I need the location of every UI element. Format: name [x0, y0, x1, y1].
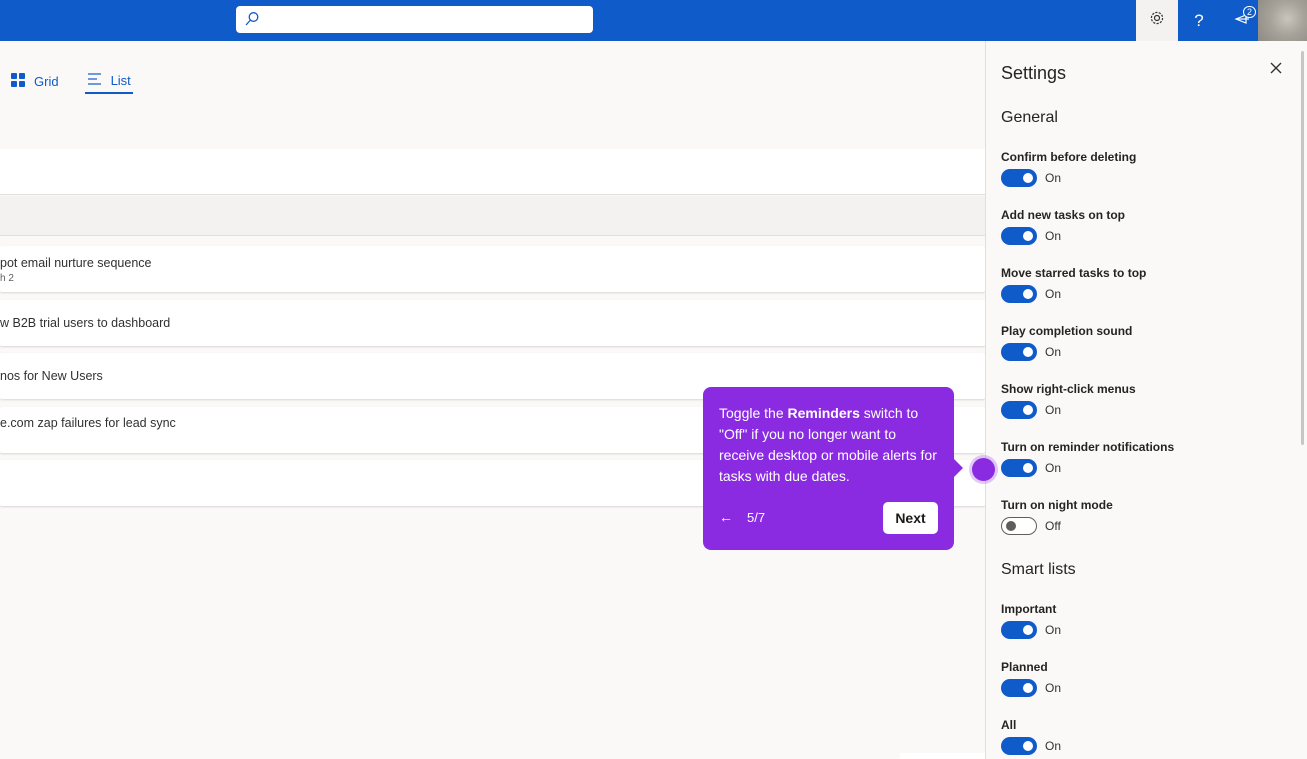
toggle-state: On	[1045, 171, 1062, 185]
setting-right-click: Show right-click menus On	[1001, 382, 1136, 419]
tooltip-arrow	[954, 459, 963, 477]
task-list-header	[0, 196, 985, 236]
tooltip-text: Toggle the Reminders switch to "Off" if …	[719, 403, 944, 487]
setting-confirm-delete: Confirm before deleting On	[1001, 150, 1136, 187]
completion-sound-toggle[interactable]	[1001, 343, 1037, 361]
settings-title: Settings	[1001, 63, 1067, 83]
reminders-toggle[interactable]	[1001, 459, 1037, 477]
add-on-top-toggle[interactable]	[1001, 227, 1037, 245]
move-starred-toggle[interactable]	[1001, 285, 1037, 303]
confirm-delete-toggle[interactable]	[1001, 169, 1037, 187]
setting-label: Move starred tasks to top	[1001, 266, 1147, 280]
view-switch: Grid List	[10, 68, 133, 94]
grid-icon	[10, 72, 26, 91]
toggle-state: On	[1045, 345, 1062, 359]
next-button[interactable]: Next	[883, 502, 938, 534]
setting-completion-sound: Play completion sound On	[1001, 324, 1132, 361]
setting-label: Turn on reminder notifications	[1001, 440, 1175, 454]
night-mode-toggle[interactable]	[1001, 517, 1037, 535]
setting-move-starred: Move starred tasks to top On	[1001, 266, 1146, 303]
smart-lists-heading: Smart lists	[1001, 561, 1076, 578]
task-title: e.com zap failures for lead sync	[0, 416, 176, 430]
toggle-state: On	[1045, 739, 1062, 753]
setting-label: All	[1001, 718, 1017, 732]
gear-icon	[1149, 10, 1165, 31]
toggle-state: On	[1045, 403, 1062, 417]
help-button[interactable]: ?	[1178, 0, 1220, 41]
general-heading: General	[1001, 109, 1058, 126]
grid-view-label: Grid	[34, 73, 59, 89]
grid-view-tab[interactable]: Grid	[10, 68, 59, 94]
toggle-state: On	[1045, 461, 1062, 475]
guide-tooltip: Toggle the Reminders switch to "Off" if …	[703, 387, 963, 550]
setting-label: Planned	[1001, 660, 1048, 674]
setting-important: Important On	[1001, 602, 1061, 639]
settings-button[interactable]	[1136, 0, 1178, 41]
toggle-state: On	[1045, 623, 1062, 637]
settings-panel: Settings General Confirm before deleting…	[985, 41, 1307, 759]
list-icon	[87, 71, 103, 90]
task-item[interactable]: w B2B trial users to dashboard	[0, 300, 985, 346]
setting-label: Add new tasks on top	[1001, 208, 1126, 222]
setting-label: Turn on night mode	[1001, 498, 1113, 512]
help-icon: ?	[1194, 10, 1204, 30]
notification-badge: 2	[1242, 6, 1256, 18]
setting-label: Show right-click menus	[1001, 382, 1136, 396]
step-counter: 5/7	[747, 510, 766, 525]
add-task-bar[interactable]	[0, 149, 985, 195]
setting-night-mode: Turn on night mode Off	[1001, 498, 1113, 535]
right-click-toggle[interactable]	[1001, 401, 1037, 419]
toggle-state: Off	[1045, 519, 1061, 533]
search-box[interactable]	[236, 6, 593, 33]
setting-all: All On	[1001, 718, 1061, 755]
setting-planned: Planned On	[1001, 660, 1061, 697]
setting-label: Confirm before deleting	[1001, 150, 1137, 164]
search-icon	[244, 11, 260, 32]
back-arrow-icon[interactable]: ←	[719, 509, 733, 525]
setting-add-on-top: Add new tasks on top On	[1001, 208, 1125, 245]
close-icon	[1269, 62, 1283, 79]
setting-reminders: Turn on reminder notifications On	[1001, 440, 1174, 477]
tooltip-text-pre: Toggle the	[719, 405, 788, 421]
bottom-edge	[900, 753, 985, 759]
avatar[interactable]	[1258, 0, 1307, 41]
task-title: pot email nurture sequence	[0, 256, 152, 270]
toggle-state: On	[1045, 229, 1062, 243]
guide-hotspot-dot[interactable]	[972, 458, 995, 481]
task-title: nos for New Users	[0, 369, 103, 383]
important-toggle[interactable]	[1001, 621, 1037, 639]
setting-label: Important	[1001, 602, 1057, 616]
task-item[interactable]: pot email nurture sequence h 2	[0, 246, 985, 292]
setting-label: Play completion sound	[1001, 324, 1133, 338]
top-bar: ? 2	[0, 0, 1307, 41]
tooltip-text-bold: Reminders	[787, 405, 860, 421]
close-button[interactable]	[1269, 61, 1283, 80]
scrollbar[interactable]	[1301, 51, 1304, 445]
toggle-state: On	[1045, 287, 1062, 301]
toggle-state: On	[1045, 681, 1062, 695]
task-subtitle: h 2	[0, 273, 14, 284]
task-title: w B2B trial users to dashboard	[0, 316, 171, 330]
planned-toggle[interactable]	[1001, 679, 1037, 697]
list-view-tab[interactable]: List	[84, 68, 133, 94]
all-toggle[interactable]	[1001, 737, 1037, 755]
list-view-label: List	[110, 72, 131, 88]
